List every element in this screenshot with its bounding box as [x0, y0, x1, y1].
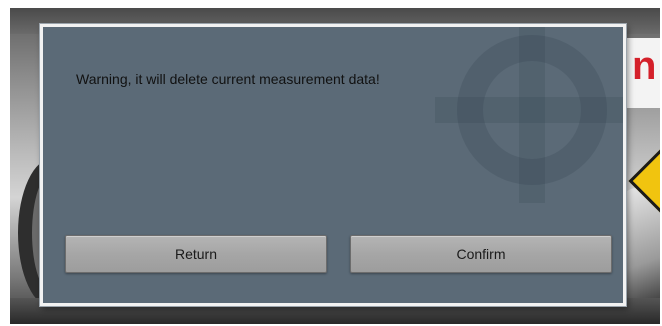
- gear-watermark-icon: [435, 27, 623, 203]
- warning-dialog: Warning, it will delete current measurem…: [40, 24, 626, 306]
- return-button[interactable]: Return: [65, 235, 327, 273]
- dialog-message: Warning, it will delete current measurem…: [76, 71, 380, 87]
- background-logo-fragment: n: [632, 44, 657, 88]
- confirm-button[interactable]: Confirm: [350, 235, 612, 273]
